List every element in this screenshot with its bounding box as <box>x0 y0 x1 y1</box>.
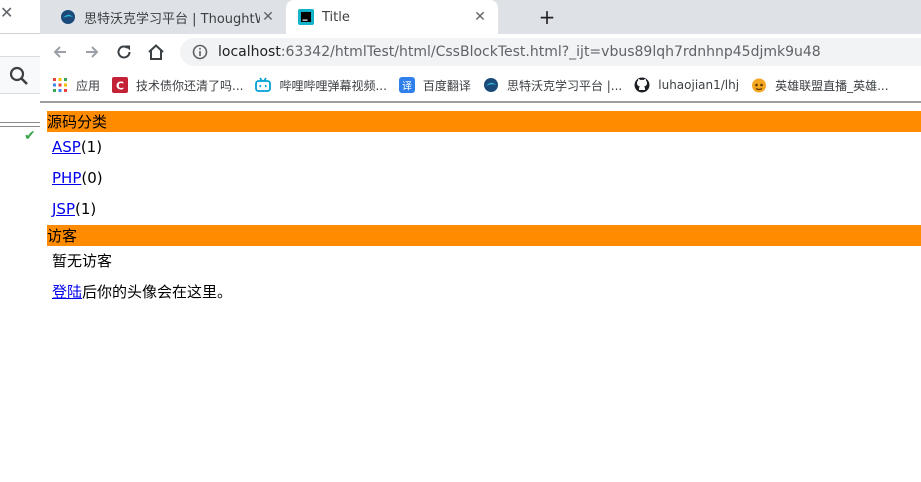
url-text: localhost:63342/htmlTest/html/CssBlockTe… <box>218 44 821 60</box>
bookmark-csdn[interactable]: C 技术债你还清了吗... <box>112 77 243 94</box>
visitors-empty-text: 暂无访客 <box>52 252 113 270</box>
webstorm-icon <box>298 9 314 25</box>
github-icon <box>634 77 650 93</box>
login-prompt-text: 后你的头像会在这里。 <box>82 283 233 301</box>
category-link-php[interactable]: PHP <box>52 169 81 187</box>
bookmarks-bar: 应用 C 技术债你还清了吗... 哔哩哔哩弹幕视频... 译 百度翻译 思特沃克… <box>40 70 921 100</box>
browser-chrome: 思特沃克学习平台 | ThoughtWo ✕ Title ✕ + localho… <box>40 0 921 103</box>
section-heading-text: 访客 <box>47 227 78 245</box>
bookmark-label: 技术债你还清了吗... <box>136 78 244 93</box>
divider <box>0 126 40 127</box>
thoughtworks-icon <box>61 10 75 24</box>
category-count: (1) <box>80 138 103 156</box>
translate-icon: 译 <box>398 77 415 93</box>
svg-text:译: 译 <box>402 81 412 93</box>
bookmark-thoughtworks[interactable]: 思特沃克学习平台 |... <box>483 77 622 94</box>
section-heading-source-categories: 源码分类 <box>47 111 921 132</box>
arrow-left-icon <box>53 46 66 58</box>
page-content: 源码分类 ASP(1) PHP(0) JSP(1) 访客 暂无访客 登陆后你的头… <box>47 103 921 308</box>
tab-title: 思特沃克学习平台 | ThoughtWo <box>84 11 260 27</box>
close-icon[interactable]: ✕ <box>0 4 13 22</box>
thoughtworks-icon <box>483 77 499 93</box>
toolbar: localhost:63342/htmlTest/html/CssBlockTe… <box>40 34 921 70</box>
category-count: (0) <box>81 169 103 187</box>
category-count: (1) <box>75 200 97 218</box>
reload-icon <box>117 45 131 59</box>
search-icon <box>9 66 28 85</box>
login-prompt: 登陆后你的头像会在这里。 <box>47 277 921 308</box>
category-link-jsp[interactable]: JSP <box>52 200 75 218</box>
home-button[interactable] <box>144 40 168 64</box>
url-path: :63342/htmlTest/html/CssBlockTest.html?_… <box>280 44 821 60</box>
home-icon <box>148 44 164 60</box>
bilibili-icon <box>255 77 272 93</box>
tab-title-page[interactable]: Title ✕ <box>286 0 498 34</box>
list-item: ASP(1) <box>47 132 921 163</box>
info-icon[interactable] <box>192 44 208 60</box>
address-bar[interactable]: localhost:63342/htmlTest/html/CssBlockTe… <box>180 38 921 66</box>
list-item: PHP(0) <box>47 163 921 194</box>
checkmark-icon: ✔ <box>24 128 36 144</box>
section-heading-text: 源码分类 <box>47 113 108 131</box>
bookmark-label: 英雄联盟直播_英雄... <box>775 78 889 93</box>
arrow-right-icon <box>86 46 99 58</box>
bookmark-baidu-translate[interactable]: 译 百度翻译 <box>398 77 471 94</box>
back-button[interactable] <box>48 40 72 64</box>
bookmark-label: 百度翻译 <box>422 78 471 93</box>
adjacent-window-strip: ✕ ✔ <box>0 0 40 482</box>
reload-button[interactable] <box>112 40 136 64</box>
login-link[interactable]: 登陆 <box>52 283 82 301</box>
bookmark-label: 思特沃克学习平台 |... <box>506 78 623 93</box>
adjacent-window-topbar: ✕ <box>0 0 40 34</box>
divider <box>0 122 40 123</box>
category-link-asp[interactable]: ASP <box>52 138 81 156</box>
huya-icon <box>751 77 767 93</box>
bookmark-apps[interactable]: 应用 <box>52 77 100 94</box>
bookmark-label: luhaojian1/lhj <box>658 78 740 92</box>
forward-button[interactable] <box>80 40 104 64</box>
tab-thoughtworks[interactable]: 思特沃克学习平台 | ThoughtWo ✕ <box>40 0 286 34</box>
tab-close-icon[interactable]: ✕ <box>260 9 276 25</box>
tab-close-icon[interactable]: ✕ <box>472 9 488 25</box>
new-tab-button[interactable]: + <box>536 6 558 28</box>
section-heading-visitors: 访客 <box>47 225 921 246</box>
list-item: JSP(1) <box>47 194 921 225</box>
csdn-icon: C <box>112 77 129 93</box>
tab-strip: 思特沃克学习平台 | ThoughtWo ✕ Title ✕ + <box>40 0 921 34</box>
tab-title: Title <box>322 9 350 25</box>
url-host: localhost <box>218 44 281 60</box>
svg-text:C: C <box>116 80 124 93</box>
apps-grid-icon <box>52 77 68 93</box>
bookmark-label: 哔哩哔哩弹幕视频... <box>279 78 387 93</box>
adjacent-search-button[interactable] <box>0 56 40 94</box>
bookmark-github[interactable]: luhaojian1/lhj <box>634 77 739 93</box>
bookmark-huya[interactable]: 英雄联盟直播_英雄... <box>751 77 889 94</box>
bookmark-label: 应用 <box>76 78 101 93</box>
bookmark-bilibili[interactable]: 哔哩哔哩弹幕视频... <box>255 77 387 94</box>
